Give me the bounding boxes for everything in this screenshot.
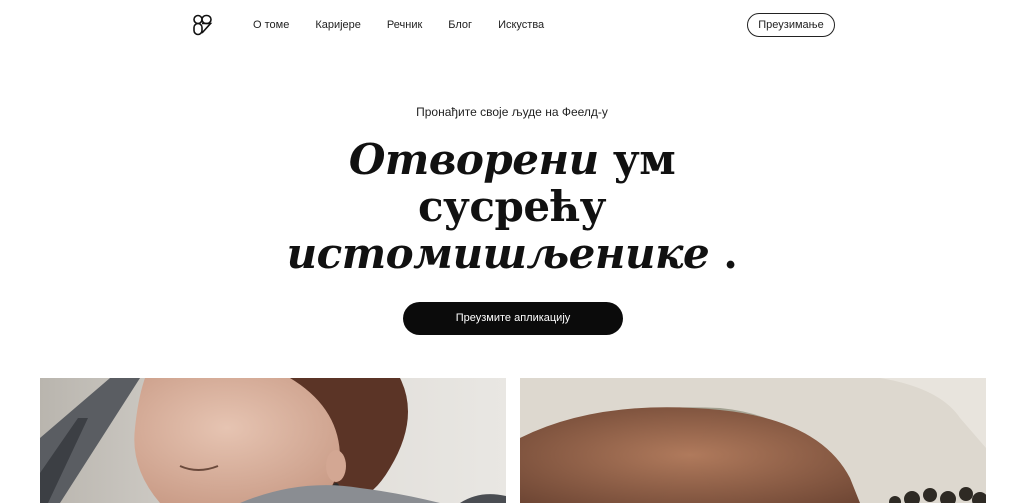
- feeld-logo-icon[interactable]: [191, 13, 215, 37]
- nav-about[interactable]: О томе: [253, 17, 289, 33]
- hero-subtitle: Пронађите своје људе на Феелд-у: [416, 105, 608, 119]
- headline-period: .: [723, 229, 738, 278]
- headline-word-open: Отворени: [348, 135, 599, 184]
- headline-line-2: сусрећу: [417, 182, 607, 231]
- page: О томе Каријере Речник Блог Искуства Пре…: [0, 0, 1024, 503]
- download-button[interactable]: Преузимање: [747, 13, 835, 37]
- hero-photo-right: [520, 378, 986, 503]
- headline-line-1: Отворени ум: [0, 136, 1024, 183]
- headline-word-likeminded: истомишљенике: [286, 229, 710, 278]
- headline-word-mind: ум: [612, 135, 676, 184]
- download-app-button[interactable]: Преузмите апликацију: [403, 302, 623, 335]
- nav-careers[interactable]: Каријере: [315, 17, 361, 33]
- nav-blog[interactable]: Блог: [448, 17, 472, 33]
- nav-glossary[interactable]: Речник: [387, 17, 422, 33]
- headline-line-3: истомишљенике .: [0, 230, 1024, 277]
- main-nav: О томе Каријере Речник Блог Искуства: [253, 17, 544, 33]
- nav-experiences[interactable]: Искуства: [498, 17, 544, 33]
- hero-headline: Отворени ум сусрећу истомишљенике .: [0, 136, 1024, 277]
- hero-photo-left: [40, 378, 506, 503]
